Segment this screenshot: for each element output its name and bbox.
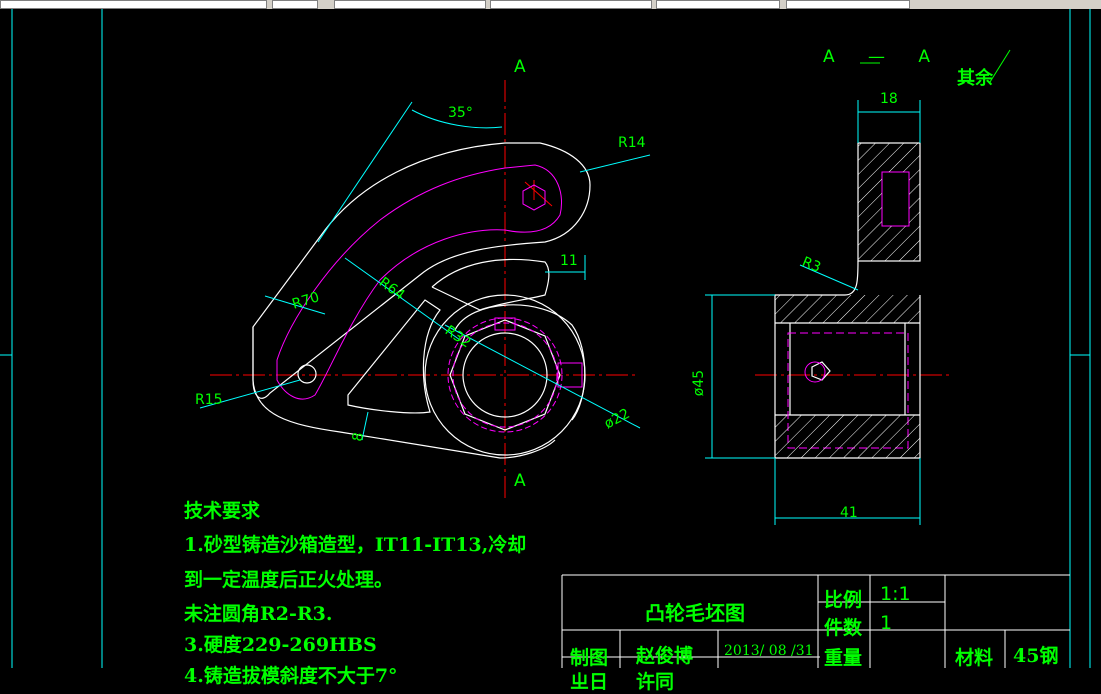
- plotstyle-dropdown[interactable]: [786, 0, 910, 9]
- drawn-date: 2013/ 08 /31: [724, 643, 814, 659]
- color-dropdown[interactable]: [334, 0, 486, 9]
- dim-r14: R14: [618, 135, 646, 151]
- dim-11: 11: [560, 253, 578, 269]
- check-label: ㄓ日: [570, 671, 609, 693]
- section-label-top: A: [514, 57, 526, 77]
- notes-line-3: 未注圆角R2-R3.: [184, 603, 333, 625]
- dim-angle: 35°: [448, 105, 473, 121]
- drawn-label: 制图: [570, 647, 609, 669]
- material-label: 材料: [955, 647, 994, 669]
- notes-line-2: 到一定温度后正火处理。: [184, 569, 394, 591]
- linetype-dropdown[interactable]: [490, 0, 652, 9]
- drawing-canvas[interactable]: A A A — A 其余 35° R14 R64 R70 R32 R15 11 …: [0, 9, 1101, 693]
- drawn-by: 赵俊博: [636, 645, 694, 667]
- scale-label: 比例: [824, 589, 863, 611]
- material-value: 45钢: [1013, 645, 1059, 667]
- title-block-title: 凸轮毛坯图: [645, 601, 745, 625]
- dim-dia45: ø45: [691, 369, 708, 397]
- notes-line-4: 3.硬度229-269HBS: [184, 634, 377, 656]
- drawing-svg: [0, 9, 1091, 668]
- dim-41: 41: [840, 505, 858, 521]
- surface-finish-note: 其余: [957, 68, 993, 89]
- layer-dropdown[interactable]: [0, 0, 267, 9]
- notes-line-5: 4.铸造拔模斜度不大于7°: [184, 665, 398, 687]
- cad-toolbar: [0, 0, 1101, 9]
- count-label: 件数: [824, 617, 863, 639]
- weight-label: 重量: [824, 647, 863, 669]
- dim-r15: R15: [195, 392, 223, 408]
- layer-tools[interactable]: [272, 0, 318, 9]
- section-label-bottom: A: [514, 471, 526, 491]
- hatch-areas: [775, 143, 920, 458]
- hidden-lines: [276, 164, 583, 433]
- drawing-frame: [0, 9, 1091, 668]
- notes-heading: 技术要求: [184, 500, 261, 522]
- scale-value: 1:1: [880, 583, 911, 605]
- check-by: 许同: [636, 671, 675, 693]
- section-view-title: A — A: [823, 47, 945, 67]
- dim-18: 18: [880, 91, 898, 107]
- count-value: 1: [880, 612, 893, 634]
- notes-line-1: 1.砂型铸造沙箱造型，IT11-IT13,冷却: [184, 534, 527, 556]
- lineweight-dropdown[interactable]: [656, 0, 780, 9]
